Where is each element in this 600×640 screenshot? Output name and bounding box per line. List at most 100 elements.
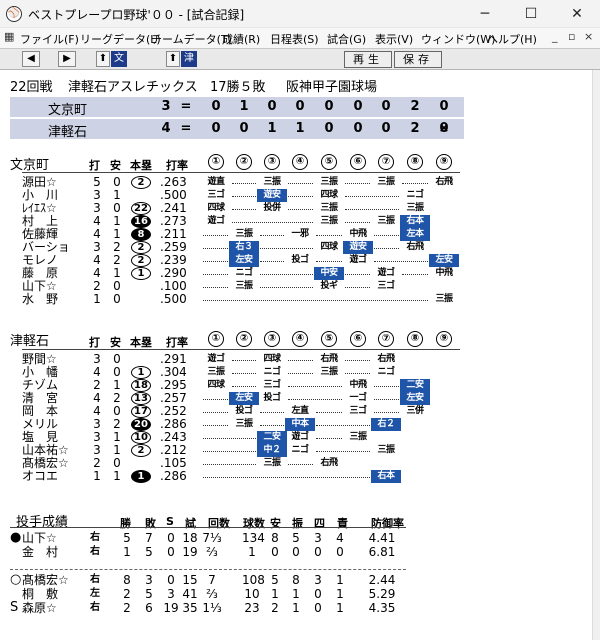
- mdi-close-button[interactable]: ×: [584, 30, 593, 43]
- menu-game[interactable]: 試合(G): [327, 31, 366, 47]
- menu-help[interactable]: ヘルプ(H): [487, 31, 537, 47]
- at-bat-dots: [374, 386, 399, 387]
- at-bat-dots: [316, 261, 342, 262]
- pitcher-name[interactable]: 桐 敷: [22, 587, 58, 601]
- at-bat-dots: [232, 360, 256, 361]
- pitcher-h: 0: [271, 545, 279, 559]
- at-bat-dots: [288, 196, 313, 197]
- pitcher-l: 6: [145, 601, 153, 615]
- at-bat-dots: [288, 183, 313, 184]
- close-button[interactable]: ✕: [554, 0, 600, 28]
- pitcher-np: 23: [244, 601, 260, 615]
- batter-hr: 17: [131, 405, 151, 418]
- batter-row: 山下☆ 2 0.100 三振 投ギ 三ゴ: [0, 280, 592, 293]
- at-bat-dots: [232, 373, 256, 374]
- inning-header: ①: [208, 154, 224, 170]
- minimize-button[interactable]: ─: [462, 0, 508, 28]
- pitcher-name[interactable]: 髙橋宏☆: [22, 573, 69, 587]
- at-bat-dots: [203, 438, 256, 439]
- pitcher-h: 1: [271, 587, 279, 601]
- batter-hr: 1: [131, 366, 151, 379]
- inning-header: ⑧: [407, 154, 423, 170]
- at-bat-dots: [232, 183, 256, 184]
- linescore-eq: =: [180, 99, 192, 114]
- at-bat-result: 三振: [235, 419, 253, 429]
- pitcher-row: 金 村右 1 5 0 19 ⅔ 1 0 0 0 0 6.81: [0, 545, 592, 559]
- batter-row: オコエ 1 1 1.286 右本: [0, 470, 592, 483]
- at-bat-dots: [260, 248, 313, 249]
- pitcher-name[interactable]: 山下☆: [22, 531, 57, 545]
- at-bat-dots: [345, 196, 399, 197]
- at-bat-result: 右２: [371, 418, 401, 431]
- pitching-header: 回数: [208, 517, 230, 530]
- team-home-toggle[interactable]: 津: [181, 51, 197, 67]
- at-bat-result: 三振: [406, 203, 424, 213]
- at-bat-result: 三振: [263, 458, 281, 468]
- batter-row: 水 野 1 0 .500 三振: [0, 293, 592, 306]
- at-bat-result: 投併: [263, 203, 281, 213]
- at-bat-result: 四球: [320, 242, 338, 252]
- menu-view[interactable]: 表示(V): [375, 31, 413, 47]
- pitcher-s: 0: [167, 545, 175, 559]
- replay-button[interactable]: 再生: [344, 51, 392, 68]
- at-bat-dots: [203, 477, 370, 478]
- batter-row: 藤 原 4 1 1.290 ニゴ 中安 遊ゴ 中飛: [0, 267, 592, 280]
- at-bat-result: 三振: [235, 229, 253, 239]
- at-bat-result: ニゴ: [377, 367, 395, 377]
- at-bat-result: 中安: [314, 267, 344, 280]
- team-up-icon-2[interactable]: ⬆: [166, 51, 180, 67]
- batter-name[interactable]: オコエ: [22, 470, 58, 483]
- prev-game-button[interactable]: ◀: [22, 51, 40, 67]
- batter-ab: 1: [93, 469, 101, 483]
- team-away-toggle[interactable]: 文: [111, 51, 127, 67]
- inning-header: ②: [236, 154, 252, 170]
- at-bat-dots: [203, 248, 228, 249]
- batter-name[interactable]: 水 野: [22, 293, 58, 306]
- header-avg: 打率: [166, 336, 188, 349]
- mdi-restore-button[interactable]: ▫: [568, 30, 575, 43]
- pitcher-k: 8: [292, 573, 300, 587]
- at-bat-result: ニゴ: [263, 367, 281, 377]
- pitcher-era: 6.81: [368, 545, 396, 559]
- at-bat-result: 三振: [377, 177, 395, 187]
- menu-team-data[interactable]: チームデータ(T): [151, 31, 232, 47]
- at-bat-result: 四球: [207, 380, 225, 390]
- save-button[interactable]: 保存: [394, 51, 442, 68]
- maximize-button[interactable]: ☐: [508, 0, 554, 28]
- menu-records[interactable]: 成績(R): [222, 31, 260, 47]
- header-ab: 打: [89, 159, 100, 172]
- linescore-team: 文京町: [48, 103, 88, 118]
- at-bat-result: 一邪: [291, 229, 309, 239]
- document-icon[interactable]: ▦: [4, 30, 14, 43]
- inning-header: ⑤: [321, 154, 337, 170]
- mdi-minimize-button[interactable]: _: [552, 30, 558, 43]
- pitcher-k: 1: [292, 587, 300, 601]
- at-bat-result: 右飛: [435, 177, 453, 187]
- at-bat-result: 三ゴ: [377, 281, 395, 291]
- at-bat-dots: [260, 425, 284, 426]
- pitcher-l: 5: [145, 545, 153, 559]
- pitcher-w: 8: [123, 573, 131, 587]
- pitcher-s: 0: [167, 531, 175, 545]
- menu-schedule[interactable]: 日程表(S): [270, 31, 319, 47]
- at-bat-result: 三振: [377, 216, 395, 226]
- at-bat-result: 三振: [207, 367, 225, 377]
- menu-file[interactable]: ファイル(F): [20, 31, 79, 47]
- team-up-icon[interactable]: ⬆: [96, 51, 110, 67]
- decision-mark: ●: [10, 530, 22, 545]
- menu-window[interactable]: ウィンドウ(W): [421, 31, 495, 47]
- pitcher-hand: 右: [90, 546, 100, 557]
- pitcher-name[interactable]: 森原☆: [22, 601, 57, 615]
- pitcher-bb: 0: [314, 545, 322, 559]
- at-bat-dots: [288, 399, 342, 400]
- pitcher-name[interactable]: 金 村: [22, 545, 58, 559]
- at-bat-dots: [374, 248, 399, 249]
- at-bat-result: 三振: [349, 432, 367, 442]
- at-bat-result: 三振: [263, 177, 281, 187]
- menu-league-data[interactable]: リーグデータ(L): [80, 31, 161, 47]
- next-game-button[interactable]: ▶: [58, 51, 76, 67]
- batter-row: モレノ 4 2 2.239 左安 投ゴ 遊ゴ 左安: [0, 254, 592, 267]
- vertical-scrollbar[interactable]: [592, 70, 600, 640]
- at-bat-result: 投ゴ: [235, 406, 253, 416]
- pitcher-np: 1: [248, 545, 256, 559]
